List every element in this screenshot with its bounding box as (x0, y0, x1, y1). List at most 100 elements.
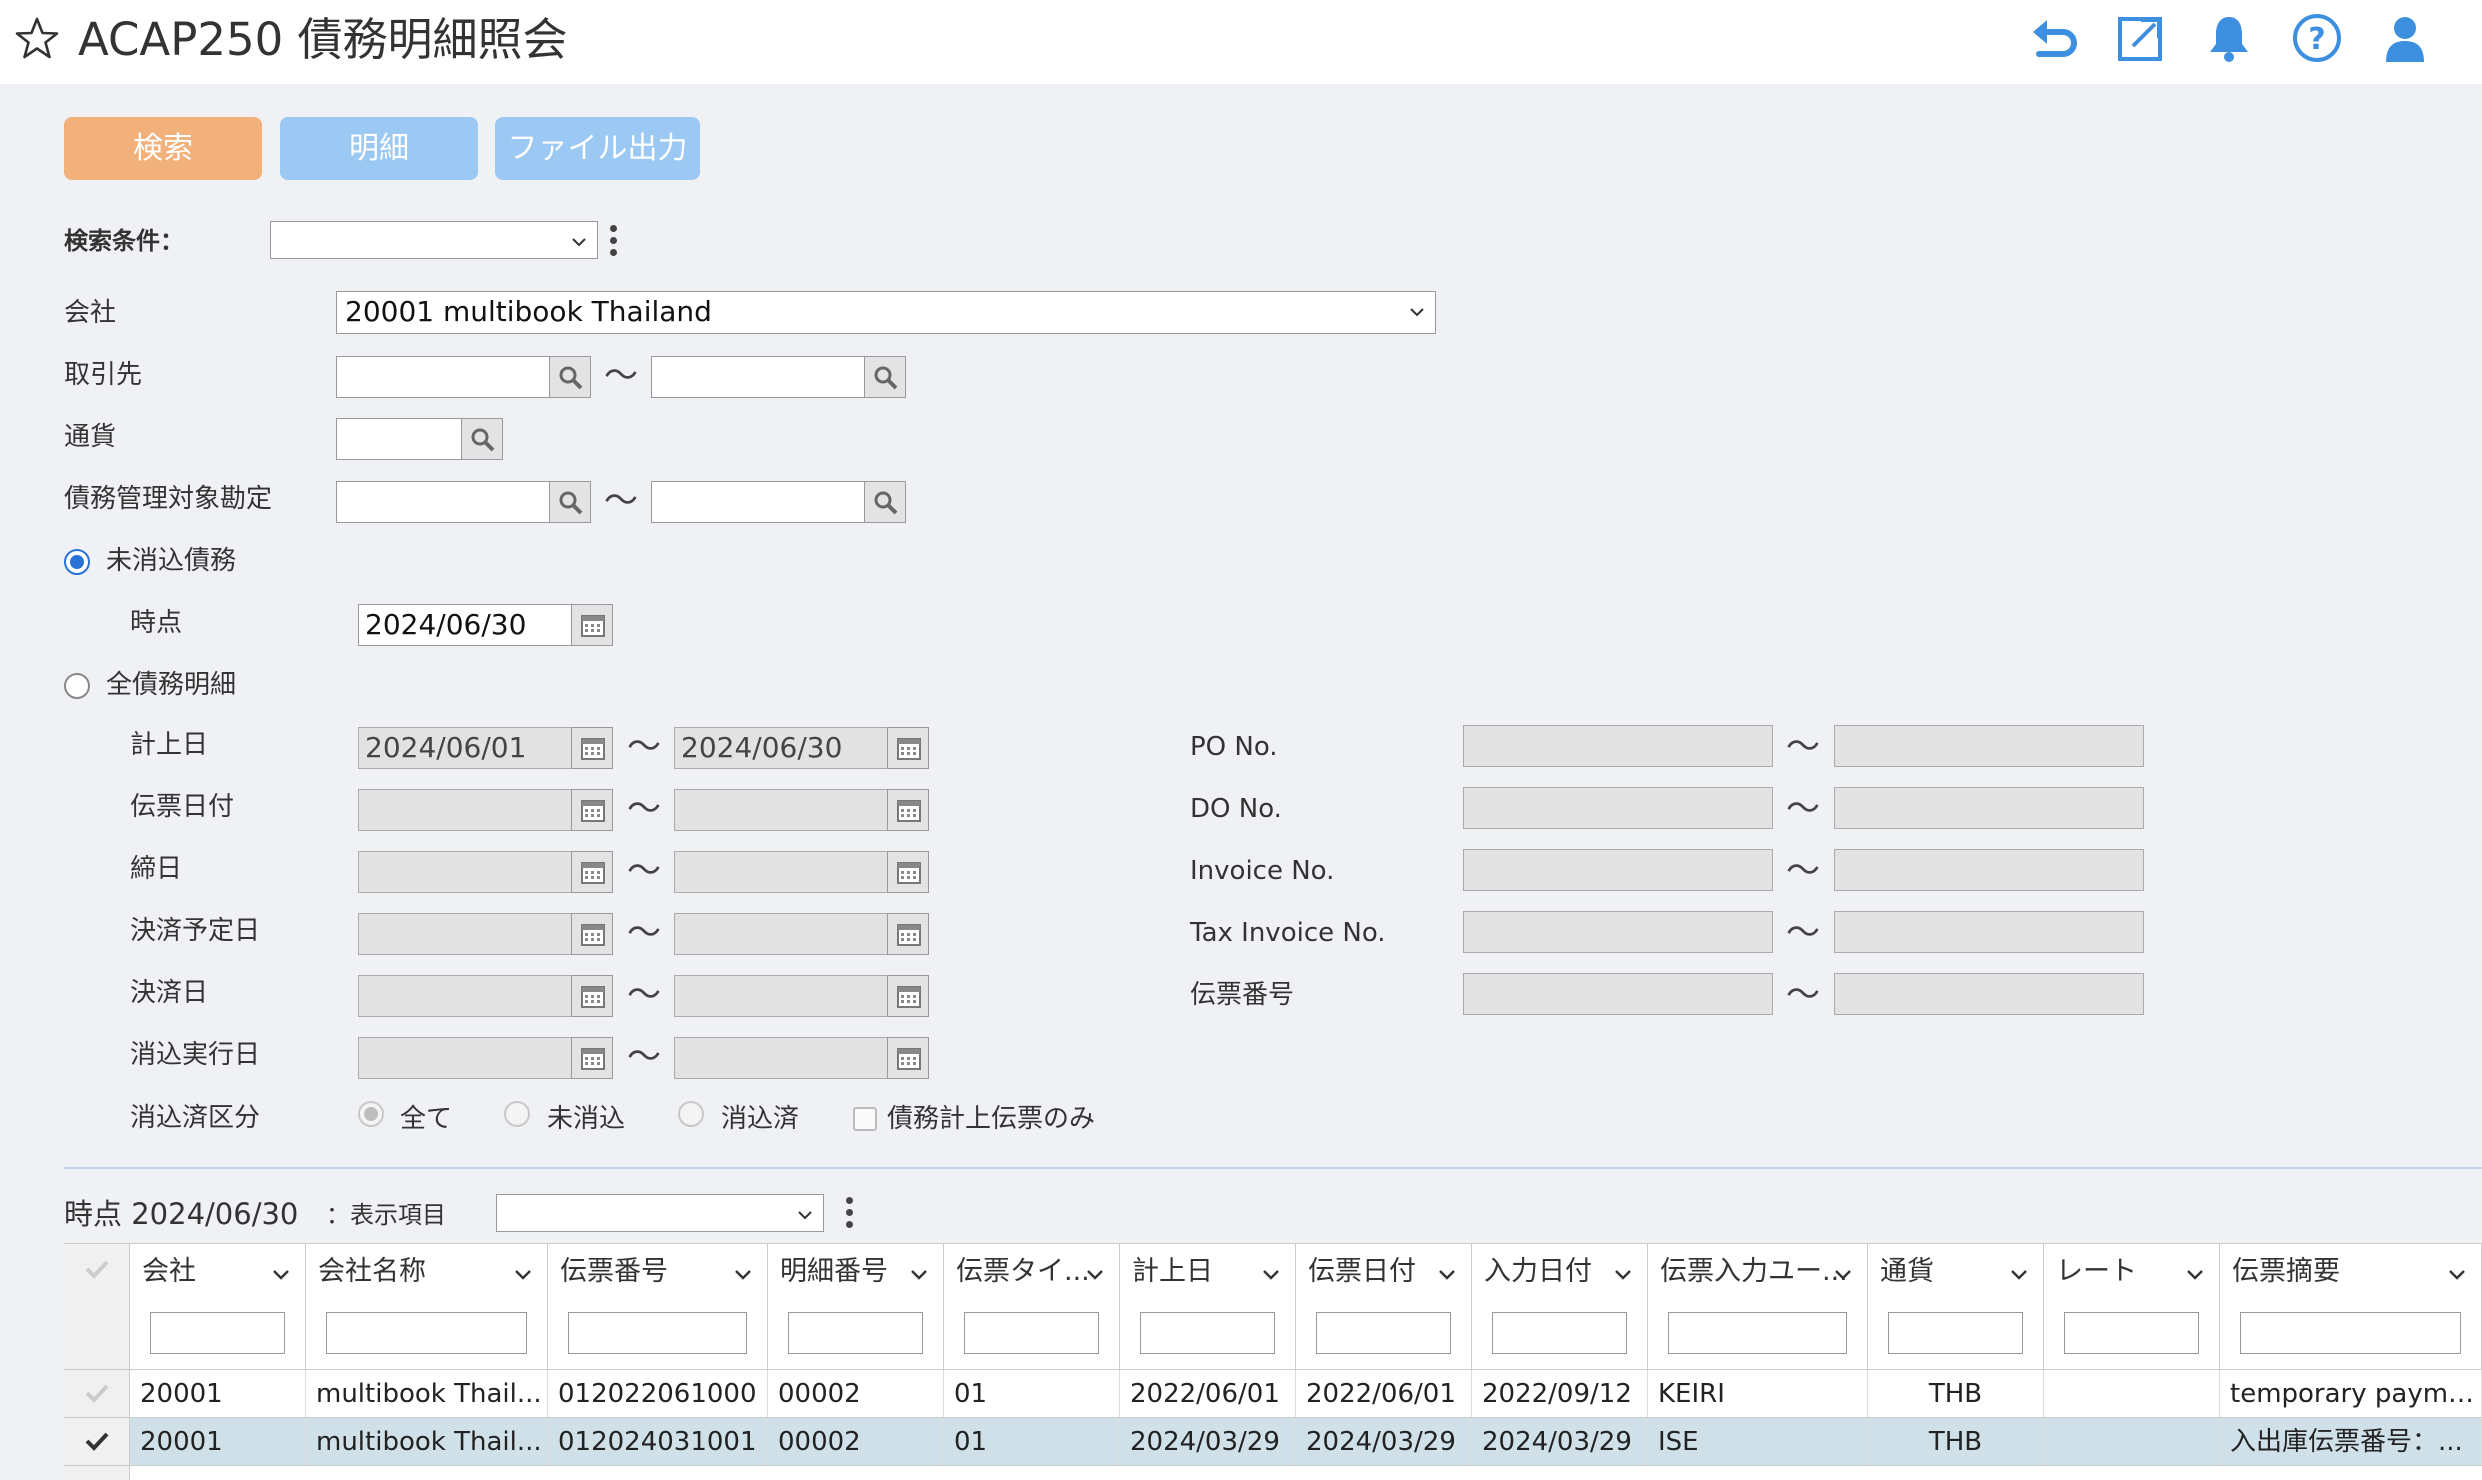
column-header[interactable]: レート (2044, 1244, 2220, 1369)
column-header[interactable]: 計上日 (1120, 1244, 1296, 1369)
date-range-from-input[interactable] (358, 975, 572, 1017)
partner-from-search-button[interactable] (549, 356, 591, 398)
table-row[interactable] (64, 1465, 2482, 1480)
column-header[interactable]: 通貨 (1868, 1244, 2044, 1369)
clear-status-all-radio[interactable] (358, 1101, 384, 1127)
search-conditions-menu[interactable] (610, 222, 620, 261)
row-select-checkbox[interactable] (64, 1370, 130, 1418)
number-range-to-input[interactable] (1834, 911, 2144, 953)
date-range-from-input[interactable] (358, 851, 572, 893)
open-new-window-icon[interactable] (2113, 10, 2169, 66)
partner-to-input[interactable] (651, 356, 865, 398)
column-filter-input[interactable] (2240, 1312, 2461, 1354)
number-range-from-input[interactable] (1463, 973, 1773, 1015)
partner-to-search-button[interactable] (864, 356, 906, 398)
chevron-down-icon[interactable] (909, 1264, 929, 1284)
chevron-down-icon[interactable] (1085, 1264, 1105, 1284)
account-to-search-button[interactable] (864, 481, 906, 523)
display-items-select[interactable] (496, 1194, 824, 1232)
column-header[interactable]: 会社 (130, 1244, 306, 1369)
date-range-to-calendar-button[interactable] (887, 789, 929, 831)
date-range-to-input[interactable] (674, 851, 888, 893)
column-header[interactable]: 伝票日付 (1296, 1244, 1472, 1369)
search-button[interactable]: 検索 (64, 117, 262, 180)
date-range-from-input[interactable] (358, 913, 572, 955)
account-to-input[interactable] (651, 481, 865, 523)
chevron-down-icon[interactable] (2009, 1264, 2029, 1284)
as-of-calendar-button[interactable] (571, 604, 613, 646)
uncleared-radio[interactable] (64, 549, 90, 575)
date-range-from-input[interactable] (358, 1037, 572, 1079)
help-icon[interactable]: ? (2289, 10, 2345, 66)
chevron-down-icon[interactable] (1613, 1264, 1633, 1284)
file-output-button[interactable]: ファイル出力 (495, 117, 700, 180)
column-header[interactable]: 入力日付 (1472, 1244, 1648, 1369)
date-range-from-input[interactable]: 2024/06/01 (358, 727, 572, 769)
date-range-from-calendar-button[interactable] (571, 727, 613, 769)
back-icon[interactable] (2025, 10, 2081, 66)
column-filter-input[interactable] (326, 1312, 527, 1354)
date-range-to-calendar-button[interactable] (887, 975, 929, 1017)
star-icon[interactable] (12, 14, 62, 64)
clear-status-cleared-radio[interactable] (678, 1101, 704, 1127)
date-range-from-calendar-button[interactable] (571, 913, 613, 955)
partner-from-input[interactable] (336, 356, 550, 398)
column-filter-input[interactable] (1316, 1312, 1451, 1354)
date-range-to-calendar-button[interactable] (887, 851, 929, 893)
number-range-from-input[interactable] (1463, 725, 1773, 767)
clear-status-uncleared-radio[interactable] (504, 1101, 530, 1127)
chevron-down-icon[interactable] (1261, 1264, 1281, 1284)
chevron-down-icon[interactable] (271, 1264, 291, 1284)
date-range-from-calendar-button[interactable] (571, 789, 613, 831)
number-range-from-input[interactable] (1463, 787, 1773, 829)
column-header[interactable]: 伝票摘要 (2220, 1244, 2482, 1369)
date-range-from-input[interactable] (358, 789, 572, 831)
chevron-down-icon[interactable] (2447, 1264, 2467, 1284)
date-range-to-input[interactable]: 2024/06/30 (674, 727, 888, 769)
select-all-header[interactable] (64, 1244, 130, 1369)
chevron-down-icon[interactable] (2185, 1264, 2205, 1284)
search-conditions-select[interactable] (270, 221, 598, 259)
number-range-to-input[interactable] (1834, 725, 2144, 767)
column-header[interactable]: 伝票入力ユー... (1648, 1244, 1868, 1369)
column-header[interactable]: 会社名称 (306, 1244, 548, 1369)
row-select-checkbox[interactable] (64, 1418, 130, 1466)
column-filter-input[interactable] (568, 1312, 747, 1354)
detail-button[interactable]: 明細 (280, 117, 478, 180)
date-range-to-calendar-button[interactable] (887, 727, 929, 769)
payable-voucher-only-checkbox[interactable] (853, 1107, 877, 1131)
date-range-to-input[interactable] (674, 913, 888, 955)
date-range-to-calendar-button[interactable] (887, 1037, 929, 1079)
column-header[interactable]: 伝票タイ... (944, 1244, 1120, 1369)
column-filter-input[interactable] (1888, 1312, 2023, 1354)
date-range-from-calendar-button[interactable] (571, 851, 613, 893)
number-range-from-input[interactable] (1463, 911, 1773, 953)
bell-icon[interactable] (2201, 10, 2257, 66)
date-range-from-calendar-button[interactable] (571, 1037, 613, 1079)
chevron-down-icon[interactable] (513, 1264, 533, 1284)
table-row[interactable]: 20001 multibook Thail... 012024031001 00002… (64, 1417, 2482, 1466)
column-filter-input[interactable] (150, 1312, 285, 1354)
column-filter-input[interactable] (964, 1312, 1099, 1354)
number-range-from-input[interactable] (1463, 849, 1773, 891)
user-icon[interactable] (2377, 10, 2433, 66)
column-header[interactable]: 明細番号 (768, 1244, 944, 1369)
column-filter-input[interactable] (2064, 1312, 2199, 1354)
account-from-search-button[interactable] (549, 481, 591, 523)
date-range-to-calendar-button[interactable] (887, 913, 929, 955)
date-range-from-calendar-button[interactable] (571, 975, 613, 1017)
column-header[interactable]: 伝票番号 (548, 1244, 768, 1369)
column-filter-input[interactable] (788, 1312, 923, 1354)
display-items-menu[interactable] (846, 1194, 856, 1233)
chevron-down-icon[interactable] (1833, 1264, 1853, 1284)
account-from-input[interactable] (336, 481, 550, 523)
date-range-to-input[interactable] (674, 975, 888, 1017)
column-filter-input[interactable] (1140, 1312, 1275, 1354)
all-details-radio[interactable] (64, 673, 90, 699)
number-range-to-input[interactable] (1834, 973, 2144, 1015)
row-select-checkbox[interactable] (64, 1466, 130, 1480)
date-range-to-input[interactable] (674, 789, 888, 831)
column-filter-input[interactable] (1492, 1312, 1627, 1354)
column-filter-input[interactable] (1668, 1312, 1847, 1354)
currency-input[interactable] (336, 418, 462, 460)
